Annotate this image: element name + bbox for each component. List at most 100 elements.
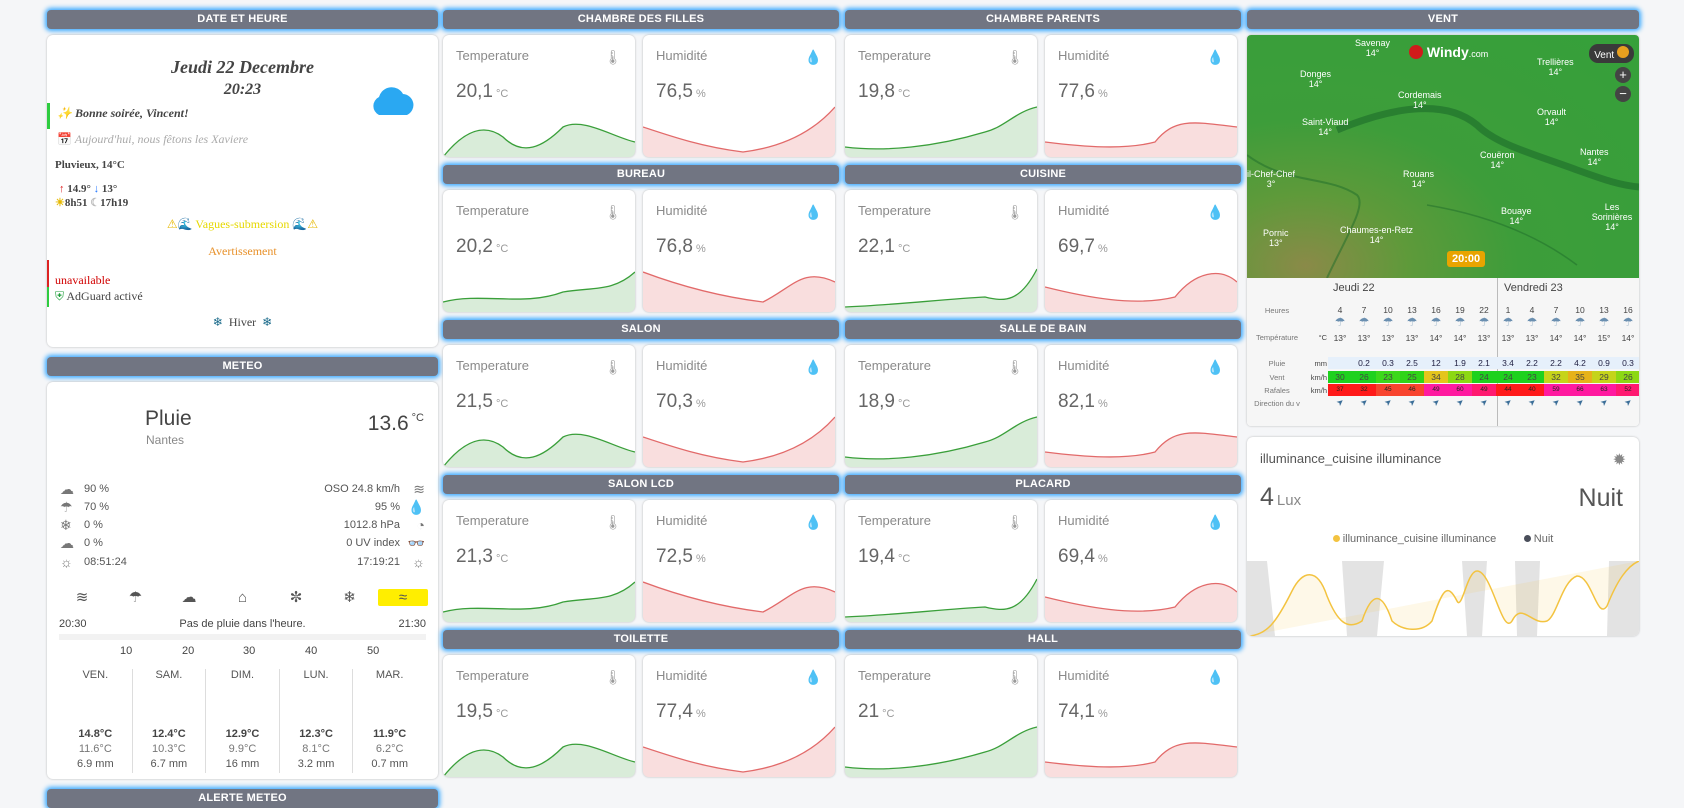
humidity-card[interactable]: Humidité 💧 74,1% — [1045, 655, 1237, 777]
sensor-label: Temperature — [858, 358, 931, 373]
rain-bar — [59, 634, 426, 640]
forecast-cell: 0.3 — [1616, 357, 1639, 369]
temperature-card[interactable]: Temperature 🌡 19,5 °C — [443, 655, 635, 777]
map-city: Saint-Viaud 14° — [1302, 117, 1349, 137]
sensor-value: 77,4% — [656, 701, 706, 722]
sensor-value: 19,8 °C — [858, 81, 911, 102]
date-header: DATE ET HEURE — [47, 10, 438, 29]
sensor-history-chart — [643, 271, 835, 312]
forecast-cell: 24 — [1496, 371, 1520, 383]
illuminance-card[interactable]: illuminance_cuisine illuminance ✹ 4 Lux N… — [1247, 437, 1639, 636]
forecast-cell: 2.1 — [1472, 357, 1496, 369]
windy-forecast-table: Jeudi 22 Vendredi 23 Heures 4 7 10 13 16 19 22 1… — [1247, 278, 1639, 426]
rain-cloud-icon: ☂ — [1382, 315, 1394, 329]
temperature-card[interactable]: Temperature 🌡 22,1 °C — [845, 190, 1037, 312]
zoom-in-button[interactable]: + — [1615, 67, 1631, 83]
illuminance-chart — [1247, 561, 1639, 636]
humidity-icon: 💧 — [804, 669, 822, 685]
sensor-value: 20,1 °C — [456, 81, 509, 102]
map-city: Les Sorinières 14° — [1591, 202, 1633, 232]
wind-icon: ≋ — [413, 481, 425, 497]
sensor-history-chart — [443, 581, 635, 622]
sensor-label: Humidité — [1058, 358, 1110, 373]
humidity-card[interactable]: Humidité 💧 69,4% — [1045, 500, 1237, 622]
thermometer-icon: 🌡 — [1006, 49, 1024, 65]
humidity-card[interactable]: Humidité 💧 69,7% — [1045, 190, 1237, 312]
rain-cloud-icon: ☂ — [1430, 315, 1442, 329]
thermometer-icon: 🌡 — [604, 514, 622, 530]
wind-icon[interactable]: ≋ — [57, 588, 107, 606]
meteo-header: METEO — [47, 357, 438, 376]
rain-icon[interactable]: ☂ — [111, 588, 161, 606]
row-label: Rafales — [1264, 386, 1290, 395]
temperature-card[interactable]: Temperature 🌡 19,4 °C — [845, 500, 1037, 622]
time-marker[interactable]: 20:00 — [1447, 251, 1486, 267]
legend-dot — [1523, 535, 1531, 542]
forecast-cell: 3.4 — [1496, 357, 1520, 369]
wind-layer-toggle[interactable]: Vent — [1589, 44, 1634, 63]
humidity-card[interactable]: Humidité 💧 77,6% — [1045, 35, 1237, 157]
humidity-icon: 💧 — [804, 514, 822, 530]
forecast-cell: 14° — [1453, 333, 1467, 343]
snowflake-icon[interactable]: ❄ — [325, 588, 375, 606]
humidity-card[interactable]: Humidité 💧 77,4% — [643, 655, 835, 777]
humidity-card[interactable]: Humidité 💧 76,5% — [643, 35, 835, 157]
sensor-label: Humidité — [1058, 513, 1110, 528]
humidity-card[interactable]: Humidité 💧 72,5% — [643, 500, 835, 622]
cloud-rain-icon[interactable]: ☁ — [164, 588, 214, 606]
zoom-out-button[interactable]: − — [1615, 86, 1631, 102]
rain-cloud-icon: ☂ — [1478, 315, 1490, 329]
sensor-value: 69,7% — [1058, 236, 1108, 257]
temperature-card[interactable]: Temperature 🌡 20,2 °C — [443, 190, 635, 312]
row-unit: mm — [1314, 359, 1328, 368]
forecast-cell: 23 — [1376, 371, 1400, 383]
humidity-card[interactable]: Humidité 💧 82,1% — [1045, 345, 1237, 467]
forecast-cell: 14° — [1573, 333, 1587, 343]
temperature-card[interactable]: Temperature 🌡 18,9 °C — [845, 345, 1037, 467]
date-card: Jeudi 22 Decembre 20:23 ✨ Bonne soirée, … — [47, 35, 438, 347]
brightness-icon: ✹ — [1612, 452, 1626, 469]
sensor-label: Humidité — [656, 203, 708, 218]
forecast-cell: 32 — [1544, 371, 1568, 383]
forecast-day: DIM. 12.9°C 9.9°C 16 mm — [206, 669, 280, 773]
room-header: CHAMBRE DES FILLES — [443, 10, 839, 29]
day-2-label: Vendredi 23 — [1504, 282, 1563, 294]
sensor-value: 20,2 °C — [456, 236, 509, 257]
sensor-label: Temperature — [456, 513, 529, 528]
sparkle-icon: ✨ — [57, 106, 72, 120]
humidity-icon: 💧 — [1206, 204, 1224, 220]
sensor-label: Humidité — [1058, 203, 1110, 218]
chart-legend: illuminance_cuisine illuminance Nuit — [1247, 533, 1639, 545]
sensor-history-chart — [845, 268, 1037, 312]
sun-times: ☀8h51 ☾17h19 — [55, 197, 129, 209]
humidity-icon: 💧 — [1206, 514, 1224, 530]
rain-icon: ☂ — [60, 499, 73, 515]
temperature-card[interactable]: Temperature 🌡 21,5 °C — [443, 345, 635, 467]
map-city: Rouans 14° — [1403, 169, 1435, 189]
temperature-card[interactable]: Temperature 🌡 21,3 °C — [443, 500, 635, 622]
fog-icon[interactable]: ⌂ — [218, 589, 268, 606]
temperature-card[interactable]: Temperature 🌡 21 °C — [845, 655, 1037, 777]
windy-widget[interactable]: Savenay 14° Donges 14° Cordemais 14° Trellière… — [1247, 35, 1639, 426]
snow-cloud-icon[interactable]: ✼ — [271, 588, 321, 606]
sensor-value: 21,5 °C — [456, 391, 509, 412]
forecast-cell: 0.9 — [1592, 357, 1616, 369]
rain-cloud-icon: ☂ — [1502, 315, 1514, 329]
windy-logo[interactable]: Windy.com — [1409, 44, 1488, 60]
temperature-card[interactable]: Temperature 🌡 19,8 °C — [845, 35, 1037, 157]
greeting: ✨ Bonne soirée, Vincent! — [57, 106, 189, 120]
rain-cloud-icon: ☂ — [1622, 315, 1634, 329]
sensor-history-chart — [443, 433, 635, 467]
rain-cloud-icon: ☂ — [1598, 315, 1610, 329]
temperature-card[interactable]: Temperature 🌡 20,1 °C — [443, 35, 635, 157]
waves-icon[interactable]: ≈ — [378, 588, 428, 606]
map-city: Orvault 14° — [1537, 107, 1567, 127]
humidity-icon: 💧 — [1206, 669, 1224, 685]
forecast-cell: 26 — [1352, 371, 1376, 383]
forecast-cell: 4.2 — [1568, 357, 1592, 369]
sensor-label: Humidité — [656, 358, 708, 373]
windy-map[interactable]: Savenay 14° Donges 14° Cordemais 14° Trellière… — [1247, 35, 1639, 278]
map-city: il-Chef-Chef 3° — [1247, 169, 1296, 189]
humidity-card[interactable]: Humidité 💧 76,8% — [643, 190, 835, 312]
humidity-card[interactable]: Humidité 💧 70,3% — [643, 345, 835, 467]
